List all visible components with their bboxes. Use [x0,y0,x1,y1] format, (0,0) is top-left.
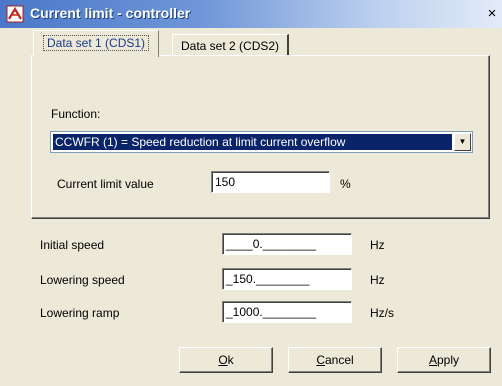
ok-button[interactable]: Ok [179,347,273,373]
cancel-accelerator: C [316,353,325,367]
dialog-window: Current limit - controller × Data set 1 … [0,0,502,386]
tab-label: Data set 2 (CDS2) [181,39,280,53]
tab-label: Data set 1 (CDS1) [43,35,150,51]
chevron-down-icon[interactable]: ▼ [454,133,471,151]
window-title: Current limit - controller [30,5,191,21]
apply-accelerator: A [428,353,437,367]
apply-button[interactable]: Apply [397,347,491,373]
function-select[interactable]: CCWFR (1) = Speed reduction at limit cur… [50,131,473,153]
ok-accelerator: O [218,353,228,367]
close-icon[interactable]: × [484,6,500,22]
cancel-label-rest: ancel [324,353,354,367]
apply-label-rest: pply [437,353,460,367]
tab-data-set-2[interactable]: Data set 2 (CDS2) [172,34,290,56]
lowering-ramp-field[interactable]: _1000.________ [222,301,352,323]
lowering-speed-label: Lowering speed [40,273,125,287]
lowering-ramp-label: Lowering ramp [40,306,120,320]
title-bar[interactable]: Current limit - controller × [0,0,502,28]
initial-speed-field[interactable]: ____0.________ [222,233,352,255]
current-limit-field[interactable]: 150 [211,171,330,193]
cancel-button[interactable]: Cancel [288,347,382,373]
initial-speed-unit: Hz [370,238,385,252]
lowering-speed-unit: Hz [370,273,385,287]
function-label: Function: [51,107,101,121]
function-selected-value: CCWFR (1) = Speed reduction at limit cur… [53,134,452,150]
lowering-ramp-unit: Hz/s [370,306,394,320]
ok-label-rest: k [227,353,234,367]
tab-data-set-1[interactable]: Data set 1 (CDS1) [33,30,160,57]
controller-icon [6,5,24,23]
lowering-speed-field[interactable]: _150.________ [222,268,352,290]
current-limit-label: Current limit value [57,177,154,191]
initial-speed-label: Initial speed [40,238,105,252]
current-limit-unit: % [340,177,351,191]
